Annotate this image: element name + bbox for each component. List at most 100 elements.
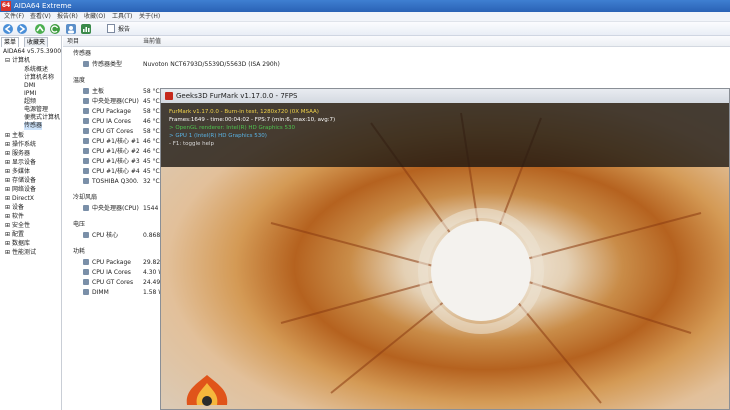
tree-label: 服务器 xyxy=(11,150,30,157)
sensor-row-label[interactable]: CPU #1/核心 #1 xyxy=(83,137,140,146)
sensor-icon xyxy=(83,259,89,265)
column-item[interactable]: 项目 xyxy=(67,36,79,47)
tree-computer[interactable]: ⊟ 计算机 xyxy=(5,57,30,65)
menu-file[interactable]: 文件(F) xyxy=(4,12,24,22)
tree-label: 安全性 xyxy=(11,222,30,229)
tree-item-os[interactable]: ⊞ 操作系统 xyxy=(5,141,36,149)
sensor-row-value: Nuvoton NCT6793D/5539D/5563D (ISA 290h) xyxy=(143,61,280,68)
sensor-label-text: TOSHIBA Q300. xyxy=(92,178,139,185)
sensor-row-label[interactable]: CPU GT Cores xyxy=(83,278,133,287)
aida64-app-icon: 64 xyxy=(1,1,11,11)
tree-label: 显示设备 xyxy=(11,159,36,166)
report-button[interactable]: 报告 xyxy=(107,24,130,35)
sensor-row-label[interactable]: 中央处理器(CPU) xyxy=(83,204,139,213)
sensor-icon xyxy=(83,138,89,144)
sensor-icon xyxy=(83,61,89,67)
furmark-title-bar[interactable]: Geeks3D FurMark v1.17.0.0 - 7FPS xyxy=(161,89,729,103)
sensor-icon xyxy=(83,269,89,275)
sensor-icon xyxy=(83,232,89,238)
sensor-row-label[interactable]: 中央处理器(CPU) xyxy=(83,97,139,106)
sensor-group-heading: 温度 xyxy=(73,77,86,84)
sensor-label-text: CPU Package xyxy=(92,259,131,266)
tree-label: 数据库 xyxy=(11,240,30,247)
furmark-window[interactable]: Geeks3D FurMark v1.17.0.0 - 7FPS FurMark… xyxy=(160,88,730,410)
furmark-flame-logo-icon xyxy=(186,375,228,406)
sensor-row-label[interactable]: TOSHIBA Q300. xyxy=(83,177,139,186)
tree-item-security[interactable]: ⊞ 安全性 xyxy=(5,222,30,230)
menu-tools[interactable]: 工具(T) xyxy=(112,12,132,22)
tree-item-storage[interactable]: ⊞ 存储设备 xyxy=(5,177,36,185)
chart-icon[interactable] xyxy=(81,24,91,34)
sensor-row-value: 45 °C xyxy=(143,98,160,105)
tree-item-dmi[interactable]: DMI xyxy=(24,82,36,90)
sensor-label-text: CPU GT Cores xyxy=(92,279,134,286)
tree-item-overclock[interactable]: 超频 xyxy=(24,98,36,106)
sensor-icon xyxy=(83,148,89,154)
hud-line: > OpenGL renderer: Intel(R) HD Graphics … xyxy=(169,125,295,131)
toolbar: 报告 xyxy=(0,22,730,36)
sensor-row-label[interactable]: CPU #1/核心 #4 xyxy=(83,167,140,176)
sensor-group-heading: 传感器 xyxy=(73,50,92,57)
sensor-row-value: 58 °C xyxy=(143,128,160,135)
sensor-row-value: 45 °C xyxy=(143,158,160,165)
sensor-row-label[interactable]: DIMM xyxy=(83,288,109,297)
sensor-row-label[interactable]: CPU Package xyxy=(83,258,131,267)
tree-root[interactable]: AIDA64 v5.75.3900 xyxy=(3,48,61,56)
tree-item-directx[interactable]: ⊞ DirectX xyxy=(5,195,34,203)
tree-item-benchmark[interactable]: ⊞ 性能测试 xyxy=(5,249,36,257)
menu-view[interactable]: 查看(V) xyxy=(30,12,51,22)
tree-item-config[interactable]: ⊞ 配置 xyxy=(5,231,24,239)
tree-item-motherboard[interactable]: ⊞ 主板 xyxy=(5,132,24,140)
tree-item-multimedia[interactable]: ⊞ 多媒体 xyxy=(5,168,30,176)
menu-favorites[interactable]: 收藏(O) xyxy=(84,12,105,22)
forward-arrow-icon[interactable] xyxy=(17,24,27,34)
sensor-row-label[interactable]: 传感器类型 xyxy=(83,60,122,69)
menu-about[interactable]: 关于(H) xyxy=(139,12,160,22)
sensor-row-label[interactable]: CPU IA Cores xyxy=(83,117,131,126)
tree-computer-label: 计算机 xyxy=(11,57,30,64)
tree-item-ipmi[interactable]: IPMI xyxy=(24,90,36,98)
sensor-group-heading: 冷却风扇 xyxy=(73,194,98,201)
column-value[interactable]: 当前值 xyxy=(143,36,161,47)
tree-item-summary[interactable]: 系统概述 xyxy=(24,66,48,74)
tree-item-network[interactable]: ⊞ 网络设备 xyxy=(5,186,36,194)
sensor-label-text: CPU #1/核心 #4 xyxy=(92,168,140,175)
sensor-row-label[interactable]: CPU 核心 xyxy=(83,231,118,240)
back-arrow-icon[interactable] xyxy=(3,24,13,34)
menu-report[interactable]: 报告(R) xyxy=(57,12,78,22)
sensor-label-text: CPU #1/核心 #2 xyxy=(92,148,140,155)
up-arrow-icon[interactable] xyxy=(35,24,45,34)
sensor-row-label[interactable]: CPU IA Cores xyxy=(83,268,131,277)
sensor-label-text: 中央处理器(CPU) xyxy=(92,98,139,105)
tree-item-database[interactable]: ⊞ 数据库 xyxy=(5,240,30,248)
fur-render-canvas[interactable]: FurMark v1.17.0.0 - Burn-in test, 1280x7… xyxy=(161,103,729,409)
tree-item-display[interactable]: ⊞ 显示设备 xyxy=(5,159,36,167)
sensor-row-label[interactable]: CPU Package xyxy=(83,107,131,116)
tree-item-power[interactable]: 电源管理 xyxy=(24,106,48,114)
sensor-group-heading: 电压 xyxy=(73,221,86,228)
tab-menu[interactable]: 菜单 xyxy=(1,37,20,47)
tree-item-computer-name[interactable]: 计算机名称 xyxy=(24,74,54,82)
title-bar[interactable]: 64 AIDA64 Extreme xyxy=(0,0,730,12)
tree-item-devices[interactable]: ⊞ 设备 xyxy=(5,204,24,212)
sensor-label-text: CPU #1/核心 #3 xyxy=(92,158,140,165)
user-icon[interactable] xyxy=(66,24,76,34)
tab-favorites[interactable]: 收藏夹 xyxy=(24,37,49,47)
menu-bar: 文件(F) 查看(V) 报告(R) 收藏(O) 工具(T) 关于(H) xyxy=(0,12,730,22)
sensor-row-label[interactable]: CPU GT Cores xyxy=(83,127,133,136)
sensor-row-label[interactable]: CPU #1/核心 #2 xyxy=(83,147,140,156)
tree-item-software[interactable]: ⊞ 软件 xyxy=(5,213,24,221)
tree-item-sensor[interactable]: 传感器 xyxy=(24,122,43,130)
sensor-label-text: 传感器类型 xyxy=(92,61,123,68)
refresh-icon[interactable] xyxy=(50,24,60,34)
sensor-row-value: 58 °C xyxy=(143,88,160,95)
tree-item-server[interactable]: ⊞ 服务器 xyxy=(5,150,30,158)
sensor-icon xyxy=(83,128,89,134)
tree-item-portable[interactable]: 便携式计算机 xyxy=(24,114,60,122)
tree-label: 多媒体 xyxy=(11,168,30,175)
sensor-row-label[interactable]: CPU #1/核心 #3 xyxy=(83,157,140,166)
sensor-row-label[interactable]: 主板 xyxy=(83,87,104,96)
tree-label: DirectX xyxy=(11,195,35,202)
sensor-icon xyxy=(83,279,89,285)
sensor-label-text: 主板 xyxy=(92,88,105,95)
